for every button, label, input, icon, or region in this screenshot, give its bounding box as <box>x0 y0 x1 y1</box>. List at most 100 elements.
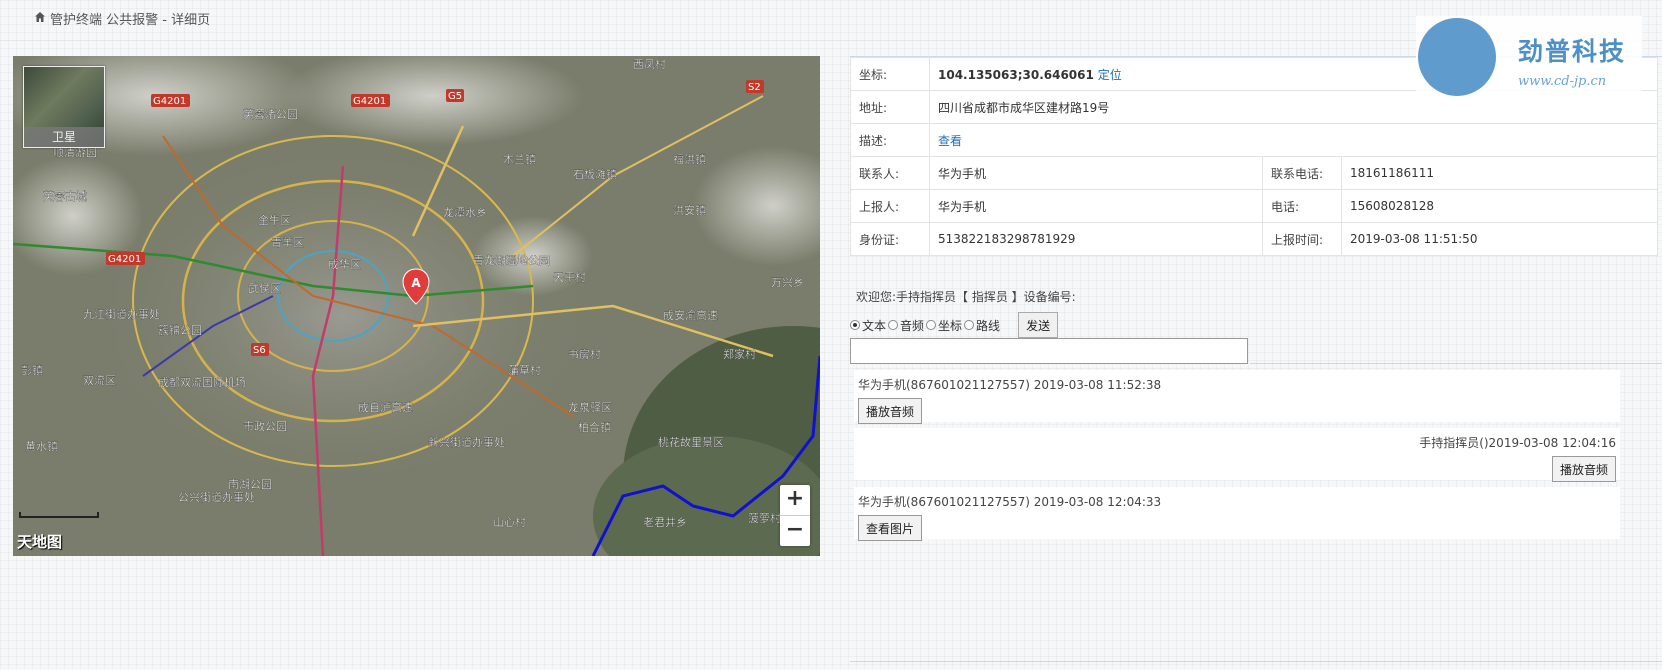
map-place-label: 公兴街道办事处 <box>178 490 255 504</box>
contact-label: 联系人: <box>850 156 930 190</box>
phone-value: 15608028128 <box>1341 189 1658 223</box>
map-place-label: 菠萝村 <box>748 511 781 525</box>
message-input[interactable] <box>850 338 1248 364</box>
desc-cell: 查看 <box>929 123 1658 157</box>
send-type-group: 文本 音频 坐标 路线 发送 <box>850 312 1059 338</box>
play-audio-button[interactable]: 播放音频 <box>1551 456 1616 482</box>
map-place-label: 西凤村 <box>633 57 666 71</box>
map-place-label: 龙泉驿区 <box>568 400 612 414</box>
road-label: G4201 <box>153 96 186 107</box>
reporter-label: 上报人: <box>850 189 930 223</box>
map-place-label: 双流区 <box>83 373 116 387</box>
map-place-label: 木兰镇 <box>503 152 536 166</box>
map-place-label: 芙蓉古城 <box>43 189 87 203</box>
brand-url: www.cd-jp.cn <box>1518 74 1607 89</box>
phone-label: 电话: <box>1262 189 1342 223</box>
map-place-label: 簇锦公园 <box>158 323 202 337</box>
map-place-label: 天平村 <box>553 270 586 284</box>
reporter-value: 华为手机 <box>929 189 1263 223</box>
map-view[interactable]: A 西凤村 芙蓉渚公园 顺清游园 芙蓉古城 金牛区 青羊区 成华区 武侯区 龙潭水乡 木兰镇 石板滩… <box>13 56 820 556</box>
locate-link[interactable]: 定位 <box>1098 68 1122 82</box>
radio-audio[interactable]: 音频 <box>888 317 924 334</box>
radio-label: 音频 <box>900 318 925 333</box>
header-divider <box>0 40 1662 41</box>
radio-coord[interactable]: 坐标 <box>926 317 962 334</box>
map-place-label: 桃花故里景区 <box>658 435 724 449</box>
addr-label: 地址: <box>850 90 930 124</box>
map-logo: 天地图 <box>17 533 63 551</box>
map-place-label: 万兴乡 <box>771 276 804 289</box>
map-place-label: 石板滩镇 <box>573 167 617 181</box>
map-place-label: 郑家村 <box>723 347 756 361</box>
map-place-label: 山心村 <box>493 515 526 529</box>
id-label: 身份证: <box>850 222 930 256</box>
road-label: G4201 <box>353 96 386 107</box>
map-place-label: 龙潭水乡 <box>443 206 487 219</box>
map-place-label: 成华区 <box>328 257 361 271</box>
message-item: 手持指挥员()2019-03-08 12:04:16 播放音频 <box>854 428 1620 482</box>
bottom-divider <box>850 661 1662 662</box>
road-label: S2 <box>748 82 761 93</box>
map-place-label: 青羊区 <box>271 235 304 249</box>
road-label: G5 <box>448 91 462 102</box>
map-place-label: 黄水镇 <box>25 439 58 453</box>
layer-switch-thumbnail[interactable]: 卫星 <box>23 66 105 148</box>
id-value: 513822183298781929 <box>929 222 1263 256</box>
map-place-label: 青龙湖湿地公园 <box>473 254 550 267</box>
map-place-label: 金牛区 <box>258 213 291 227</box>
home-icon[interactable] <box>34 11 46 27</box>
radio-dot[interactable] <box>964 320 975 330</box>
map-place-label: 老君井乡 <box>643 515 687 529</box>
radio-label: 文本 <box>862 318 887 333</box>
map-place-label: 洪安镇 <box>673 203 706 217</box>
welcome-text: 欢迎您:手持指挥员【 指挥员 】设备编号: <box>856 290 1076 304</box>
view-desc-link[interactable]: 查看 <box>938 134 962 148</box>
zoom-out-button[interactable]: − <box>780 515 810 546</box>
coord-label: 坐标: <box>850 57 930 91</box>
brand-name: 劲普科技 <box>1518 37 1627 66</box>
zoom-in-button[interactable]: + <box>780 485 810 515</box>
scale-bar <box>19 512 99 518</box>
road-label: S6 <box>253 345 266 356</box>
input-divider <box>1250 363 1662 364</box>
map-place-label: 武侯区 <box>248 281 281 295</box>
zoom-control: + − <box>780 485 810 546</box>
radio-dot[interactable] <box>888 320 899 330</box>
coord-value: 104.135063;30.646061 <box>938 67 1094 82</box>
time-value: 2019-03-08 11:51:50 <box>1341 222 1658 256</box>
map-place-label: 成都双流国际机场 <box>158 375 246 389</box>
map-place-label: 彭镇 <box>21 363 43 377</box>
map-place-label: 芙蓉渚公园 <box>243 107 298 121</box>
map-place-label: 九江街道办事处 <box>83 307 160 321</box>
play-audio-button[interactable]: 播放音频 <box>858 398 923 424</box>
radio-dot[interactable] <box>850 320 860 330</box>
radio-text[interactable]: 文本 <box>850 317 886 334</box>
map-place-label: 成自泸高速 <box>358 400 413 414</box>
map-place-label: 蒲草村 <box>508 363 541 377</box>
message-meta: 华为手机(867601021127557) 2019-03-08 11:52:3… <box>858 378 1162 392</box>
contact-phone-value: 18161186111 <box>1341 156 1658 190</box>
satellite-map: A 西凤村芙蓉渚公园顺清游园芙蓉古城金牛区青羊区成华区武侯区龙潭水乡木兰镇石板滩… <box>13 56 820 556</box>
map-place-label: 书房村 <box>568 347 601 361</box>
svg-text:A: A <box>411 276 421 290</box>
radio-label: 坐标 <box>938 318 963 333</box>
breadcrumb: 管护终端 公共报警 - 详细页 <box>34 9 210 28</box>
radio-dot[interactable] <box>926 320 937 330</box>
message-meta: 华为手机(867601021127557) 2019-03-08 12:04:3… <box>858 495 1162 509</box>
desc-label: 描述: <box>850 123 930 157</box>
message-item: 华为手机(867601021127557) 2019-03-08 12:04:3… <box>854 487 1620 541</box>
time-label: 上报时间: <box>1262 222 1342 256</box>
send-button[interactable]: 发送 <box>1018 312 1059 338</box>
view-image-button[interactable]: 查看图片 <box>858 515 923 541</box>
layer-label: 卫星 <box>24 127 104 147</box>
brand-logo: 劲普科技 www.cd-jp.cn <box>1416 16 1642 102</box>
radio-label: 路线 <box>976 318 1001 333</box>
radio-route[interactable]: 路线 <box>964 317 1000 334</box>
map-place-label: 南湖公园 <box>228 478 272 491</box>
map-place-label: 市政公园 <box>243 419 287 433</box>
message-meta: 手持指挥员()2019-03-08 12:04:16 <box>1419 436 1616 450</box>
contact-phone-label: 联系电话: <box>1262 156 1342 190</box>
message-item: 华为手机(867601021127557) 2019-03-08 11:52:3… <box>854 370 1620 424</box>
brand-logo-icon <box>1418 18 1496 96</box>
map-place-label: 柏合镇 <box>578 420 611 434</box>
